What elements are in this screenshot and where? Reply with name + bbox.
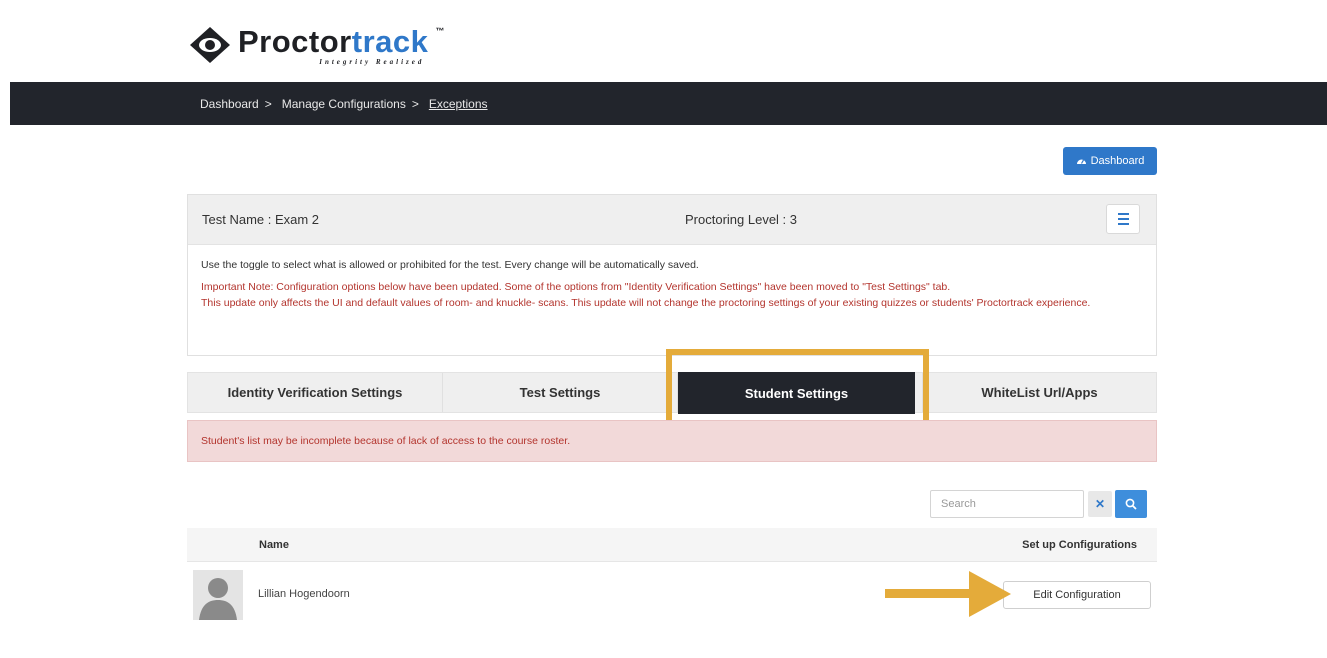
proctortrack-logo[interactable]: Proctortrack ™ Integrity Realized bbox=[188, 24, 444, 70]
logo-wordmark: Proctortrack bbox=[238, 24, 429, 59]
search-button[interactable] bbox=[1115, 490, 1147, 518]
hamburger-menu-button[interactable] bbox=[1106, 204, 1140, 234]
test-info-panel: Test Name : Exam 2 Proctoring Level : 3 … bbox=[187, 194, 1157, 356]
user-silhouette-icon bbox=[193, 570, 243, 620]
trademark-mark: ™ bbox=[435, 26, 445, 36]
students-table-header: Name Set up Configurations bbox=[187, 528, 1157, 562]
top-navbar: Dashboard > Manage Configurations > Exce… bbox=[10, 82, 1327, 125]
annotation-arrow-icon bbox=[885, 571, 1011, 617]
clear-search-button[interactable]: ✕ bbox=[1088, 491, 1112, 517]
student-name: Lillian Hogendoorn bbox=[258, 588, 350, 600]
close-icon: ✕ bbox=[1094, 497, 1106, 511]
search-input[interactable] bbox=[930, 490, 1084, 518]
search-icon bbox=[1125, 498, 1137, 510]
breadcrumb-dashboard[interactable]: Dashboard bbox=[200, 97, 259, 111]
important-note-line2: This update only affects the UI and defa… bbox=[201, 297, 1091, 309]
proctoring-level: Proctoring Level : 3 bbox=[685, 212, 798, 227]
page: Proctortrack ™ Integrity Realized Dashbo… bbox=[0, 0, 1327, 658]
tab-identity-verification-settings[interactable]: Identity Verification Settings bbox=[188, 373, 443, 412]
eye-logo-icon bbox=[190, 27, 230, 63]
breadcrumb-exceptions[interactable]: Exceptions bbox=[429, 97, 488, 111]
avatar bbox=[193, 570, 243, 620]
logo-text: Proctortrack ™ Integrity Realized bbox=[238, 24, 444, 66]
test-info-notes: Use the toggle to select what is allowed… bbox=[188, 245, 1156, 323]
tab-whitelist-url-apps[interactable]: WhiteList Url/Apps bbox=[923, 373, 1156, 412]
dashboard-button-label: Dashboard bbox=[1090, 155, 1145, 167]
breadcrumb-separator: > bbox=[411, 96, 419, 111]
dashboard-button[interactable]: Dashboard bbox=[1063, 147, 1157, 175]
roster-warning-alert: Student's list may be incomplete because… bbox=[187, 420, 1157, 462]
test-info-header: Test Name : Exam 2 Proctoring Level : 3 bbox=[188, 195, 1156, 245]
menu-icon-bar bbox=[1117, 223, 1129, 225]
menu-icon-bar bbox=[1117, 213, 1129, 215]
menu-icon-bar bbox=[1117, 218, 1129, 220]
toggle-instruction: Use the toggle to select what is allowed… bbox=[201, 259, 699, 271]
breadcrumb: Dashboard > Manage Configurations > Exce… bbox=[200, 82, 488, 125]
test-name: Test Name : Exam 2 bbox=[202, 212, 320, 227]
tab-test-settings[interactable]: Test Settings bbox=[443, 373, 678, 412]
column-header-config: Set up Configurations bbox=[1022, 539, 1137, 551]
breadcrumb-separator: > bbox=[264, 96, 272, 111]
breadcrumb-manage-configurations[interactable]: Manage Configurations bbox=[282, 97, 406, 111]
dashboard-icon bbox=[1076, 159, 1086, 164]
edit-configuration-button[interactable]: Edit Configuration bbox=[1003, 581, 1151, 609]
logo-tagline: Integrity Realized bbox=[319, 58, 425, 66]
column-header-name: Name bbox=[259, 539, 289, 551]
important-note-line1: Important Note: Configuration options be… bbox=[201, 281, 951, 293]
